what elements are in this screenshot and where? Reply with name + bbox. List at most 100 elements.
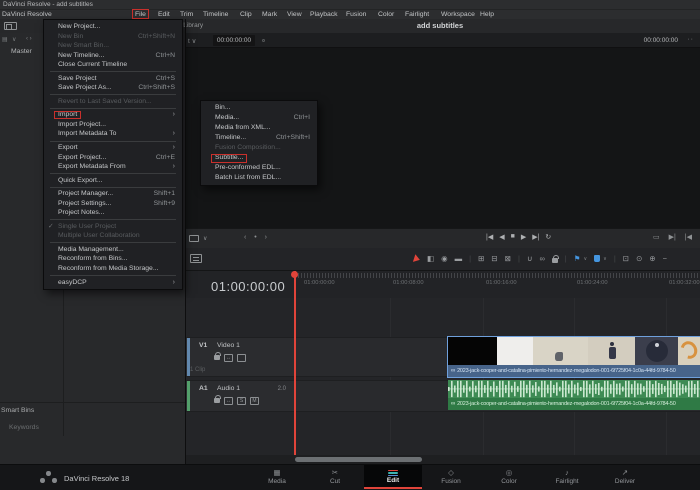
menu-item-export-project[interactable]: Export Project... Ctrl+E [44, 153, 182, 163]
play-reverse-button[interactable]: ◀ [499, 233, 504, 241]
library-button-label[interactable]: l Library [180, 22, 203, 29]
goto-end-icon[interactable]: ▶| [669, 233, 676, 241]
menubar-item-view[interactable]: View [287, 10, 302, 19]
menubar-item-help[interactable]: Help [480, 10, 494, 19]
auto-select-icon[interactable]: ↔ [224, 396, 233, 405]
submenu-item-subtitle[interactable]: Subtitle... [201, 153, 317, 163]
menubar-item-clip[interactable]: Clip [240, 10, 252, 19]
keywords-item[interactable]: Keywords [9, 424, 39, 431]
snapping-button[interactable]: ∪ [527, 254, 533, 263]
next-clip-button[interactable]: ▶| [532, 233, 539, 241]
dynamic-trim-tool[interactable]: ◉ [441, 254, 448, 263]
solo-button[interactable]: S [237, 396, 246, 405]
replace-clip-button[interactable]: ⊠ [505, 254, 511, 263]
menu-item-project-settings[interactable]: Project Settings... Shift+9 [44, 199, 182, 209]
menu-item-new-timeline[interactable]: New Timeline... Ctrl+N [44, 51, 182, 61]
viewer-zoom-dropdown[interactable]: t ∨ [188, 37, 196, 45]
play-button[interactable]: ▶ [521, 233, 526, 241]
menu-item-save-project-as[interactable]: Save Project As... Ctrl+Shift+S [44, 83, 182, 93]
horizontal-scrollbar[interactable] [295, 457, 422, 462]
menubar-item-color[interactable]: Color [378, 10, 394, 19]
playhead[interactable] [294, 271, 296, 455]
submenu-item-bin[interactable]: Bin... [201, 103, 317, 113]
bin-view-icon[interactable]: ▤ [2, 36, 8, 43]
menu-item-reconform-from-bins[interactable]: Reconform from Bins... [44, 254, 182, 264]
flag-button[interactable]: ⚑ [574, 254, 581, 263]
menu-item-reconform-from-media-storage[interactable]: Reconform from Media Storage... [44, 264, 182, 274]
page-tab-deliver[interactable]: ↗ Deliver [596, 465, 654, 489]
menu-item-new-project[interactable]: New Project... [44, 22, 182, 32]
goto-start-icon[interactable]: |◀ [685, 233, 692, 241]
track-lock-icon[interactable] [214, 352, 221, 360]
menubar-item-workspace[interactable]: Workspace [441, 10, 475, 19]
menu-item-project-notes[interactable]: Project Notes... [44, 208, 182, 218]
menu-item-save-project[interactable]: Save Project Ctrl+S [44, 74, 182, 84]
video-clip[interactable]: ∞ 2023-jack-cooper-and-catalina-pimiento-… [447, 336, 700, 378]
menubar-item-timeline[interactable]: Timeline [203, 10, 228, 19]
track-enable-icon[interactable] [237, 353, 246, 362]
stop-button[interactable]: ■ [511, 233, 515, 241]
track-lock-icon[interactable] [214, 395, 221, 403]
marker-button[interactable] [594, 255, 601, 262]
menu-item-easydcp[interactable]: easyDCP › [44, 278, 182, 288]
trim-edit-tool[interactable]: ◧ [427, 254, 434, 263]
submenu-item-media-from-xml[interactable]: Media from XML... [201, 123, 317, 133]
page-tab-fairlight[interactable]: ♪ Fairlight [538, 465, 596, 489]
position-lock-button[interactable] [551, 255, 559, 263]
submenu-item-timeline[interactable]: Timeline... Ctrl+Shift+I [201, 133, 317, 143]
page-tab-cut[interactable]: ✂ Cut [306, 465, 364, 489]
page-tab-color[interactable]: ◎ Color [480, 465, 538, 489]
page-tab-fusion[interactable]: ◇ Fusion [422, 465, 480, 489]
submenu-item-batch-list-from-edl[interactable]: Batch List from EDL... [201, 173, 317, 183]
menubar-item-davinci-resolve[interactable]: DaVinci Resolve [2, 10, 52, 19]
submenu-item-media[interactable]: Media... Ctrl+I [201, 113, 317, 123]
menubar-item-file[interactable]: File [132, 9, 149, 19]
timeline-select-icon[interactable] [189, 235, 199, 242]
menu-item-close-current-timeline[interactable]: Close Current Timeline [44, 60, 182, 70]
bin-view-chevron-icon[interactable]: ∨ [12, 36, 16, 43]
bin-master[interactable]: Master [11, 48, 32, 55]
insert-clip-button[interactable]: ⊞ [478, 254, 484, 263]
linked-selection-button[interactable]: ∞ [539, 254, 544, 263]
menubar-item-mark[interactable]: Mark [262, 10, 277, 19]
menu-item-export[interactable]: Export › [44, 143, 182, 153]
media-pool-icon[interactable] [4, 22, 17, 30]
menubar-item-edit[interactable]: Edit [158, 10, 170, 19]
menu-item-media-management[interactable]: Media Management... [44, 245, 182, 255]
loop-range-icon[interactable]: ▭ [653, 233, 660, 241]
smart-bins-label[interactable]: Smart Bins [1, 407, 34, 414]
flag-chevron-icon[interactable]: ∨ [583, 256, 587, 262]
timeline-ruler[interactable]: 01:00:00:00 01:00:00:00 01:00:08:00 01:00:… [186, 270, 700, 298]
menu-item-import-metadata-to[interactable]: Import Metadata To › [44, 129, 182, 139]
previous-clip-button[interactable]: |◀ [486, 233, 493, 241]
overwrite-clip-button[interactable]: ⊟ [491, 254, 497, 263]
loop-button[interactable]: ↻ [545, 233, 551, 241]
page-tab-media[interactable]: ▦ Media [248, 465, 306, 489]
selection-mode-tool[interactable] [412, 253, 422, 264]
menu-item-import-project[interactable]: Import Project... [44, 120, 182, 130]
auto-select-icon[interactable]: ↔ [224, 353, 233, 362]
zoom-slider[interactable]: − [663, 254, 667, 263]
custom-zoom-button[interactable]: ⊕ [649, 254, 655, 263]
page-tab-edit[interactable]: Edit [364, 465, 422, 489]
detail-zoom-button[interactable]: ⊙ [636, 254, 642, 263]
timeline-select-chevron-icon[interactable]: ∨ [203, 235, 207, 242]
menubar-item-playback[interactable]: Playback [310, 10, 338, 19]
menu-item-import[interactable]: Import › [44, 110, 182, 120]
menubar-item-fairlight[interactable]: Fairlight [405, 10, 429, 19]
mp-sort-icon[interactable]: ‹ › [26, 36, 32, 42]
razor-tool[interactable]: ▬ [455, 254, 463, 263]
viewer-options-icon[interactable]: ·· [687, 36, 694, 43]
menu-item-project-manager[interactable]: Project Manager... Shift+1 [44, 189, 182, 199]
full-extent-zoom-button[interactable]: ⊡ [623, 254, 629, 263]
menubar-item-trim[interactable]: Trim [180, 10, 193, 19]
playhead-handle[interactable] [291, 271, 298, 278]
jog-control[interactable]: ‹ • › [244, 234, 270, 241]
video-track-header[interactable]: V1 Video 1 ↔ 1 Clip [186, 338, 294, 376]
menu-item-quick-export[interactable]: Quick Export... [44, 176, 182, 186]
menu-item-export-metadata-from[interactable]: Export Metadata From › [44, 162, 182, 172]
audio-clip[interactable]: ∞ 2023-jack-cooper-and-catalina-pimiento-… [448, 380, 700, 410]
submenu-item-pre-conformed-edl[interactable]: Pre-conformed EDL... [201, 163, 317, 173]
marker-chevron-icon[interactable]: ∨ [603, 256, 607, 262]
mute-button[interactable]: M [250, 396, 259, 405]
